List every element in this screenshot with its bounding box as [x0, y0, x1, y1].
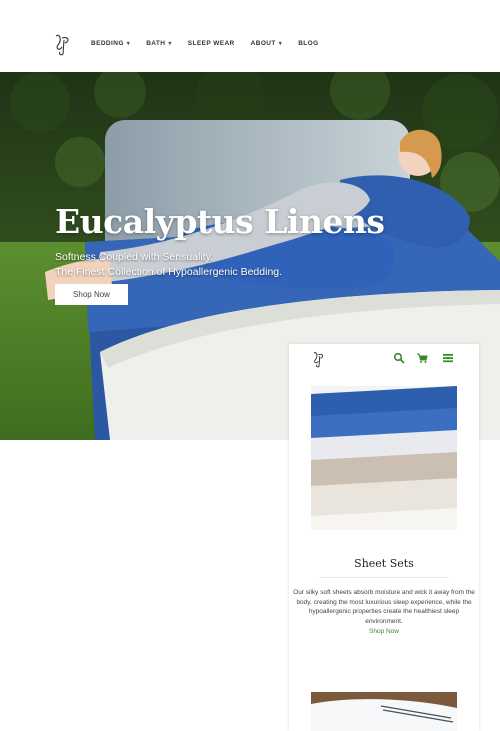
- brand-logo[interactable]: [311, 350, 327, 368]
- chevron-down-icon: ▾: [168, 41, 172, 47]
- nav-item-bath[interactable]: BATH ▾: [146, 40, 172, 47]
- nav-item-sleep-wear[interactable]: SLEEP WEAR: [188, 40, 235, 47]
- mobile-preview: Sheet Sets Our silky soft sheets absorb …: [289, 344, 479, 731]
- nav-item-bedding[interactable]: BEDDING ▾: [91, 40, 130, 47]
- product-description: Our silky soft sheets absorb moisture an…: [293, 589, 475, 625]
- divider: [319, 577, 449, 578]
- chevron-down-icon: ▾: [278, 41, 283, 47]
- nav-item-about[interactable]: ABOUT ▾: [251, 40, 283, 47]
- towel-image[interactable]: [311, 692, 457, 731]
- hero-subtitle: Softness Coupled with Sensuality. The Fi…: [55, 251, 283, 278]
- hero-title: Eucalyptus Linens: [55, 202, 385, 241]
- product-shop-now-link[interactable]: Shop Now: [289, 628, 479, 635]
- product-title: Sheet Sets: [354, 557, 414, 570]
- site-header: BEDDING ▾ BATH ▾ SLEEP WEAR ABOUT ▾ BLOG: [0, 0, 500, 72]
- sheet-sets-image[interactable]: [311, 386, 457, 530]
- brand-logo[interactable]: [52, 32, 74, 56]
- menu-icon[interactable]: [442, 352, 454, 364]
- cart-icon[interactable]: [416, 352, 428, 364]
- hero-shop-now-button[interactable]: Shop Now: [55, 284, 128, 305]
- search-icon[interactable]: [393, 352, 405, 364]
- nav-item-blog[interactable]: BLOG: [298, 40, 318, 47]
- main-nav: BEDDING ▾ BATH ▾ SLEEP WEAR ABOUT ▾ BLOG: [91, 40, 335, 47]
- chevron-down-icon: ▾: [126, 41, 131, 47]
